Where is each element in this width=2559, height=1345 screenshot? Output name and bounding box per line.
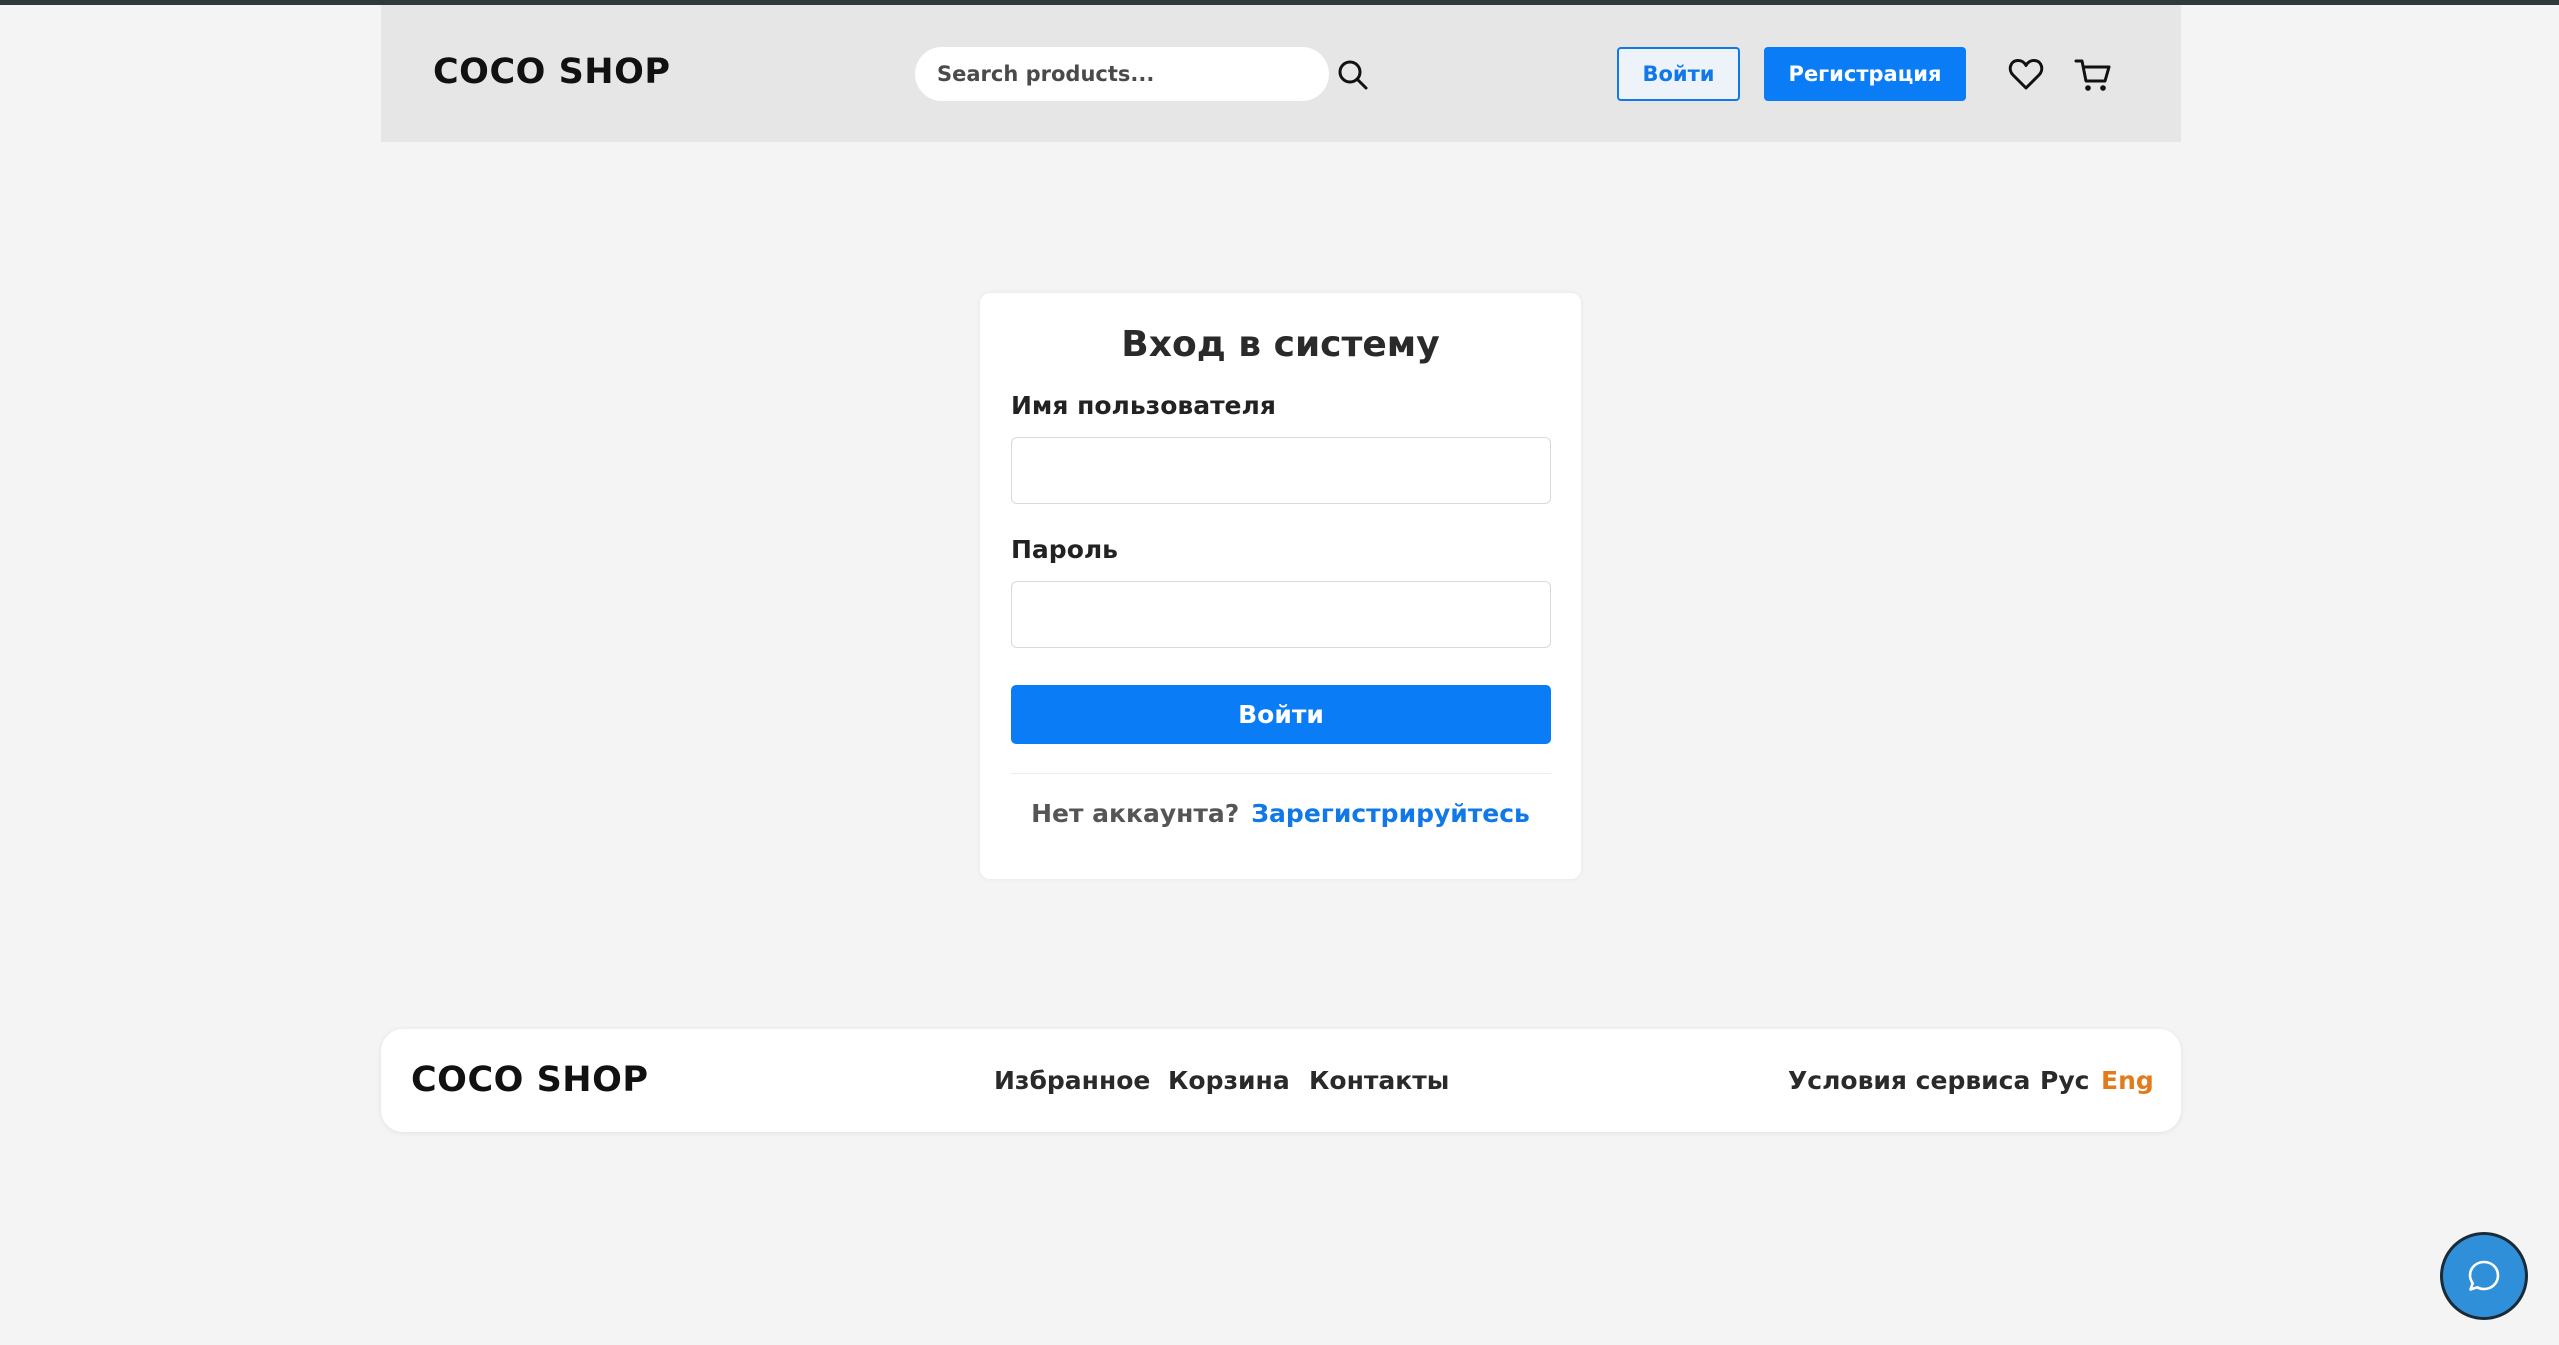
login-card: Вход в систему Имя пользователя Пароль В…	[980, 293, 1581, 879]
chat-bubble-icon	[2468, 1260, 2500, 1291]
site-logo[interactable]: COCO SHOP	[433, 52, 670, 92]
register-link[interactable]: Зарегистрируйтесь	[1251, 799, 1530, 828]
footer-link-contacts[interactable]: Контакты	[1309, 1065, 1449, 1097]
password-field[interactable]	[1011, 581, 1551, 648]
search-icon[interactable]	[1335, 57, 1371, 93]
site-header: COCO SHOP Войти Регистрация	[381, 5, 2181, 142]
chat-button[interactable]	[2440, 1232, 2528, 1320]
footer-link-favorites[interactable]: Избранное	[994, 1065, 1150, 1097]
username-label: Имя пользователя	[1011, 391, 1276, 420]
search-box	[915, 47, 1329, 101]
divider	[1011, 773, 1551, 774]
signup-prompt: Нет аккаунта? Зарегистрируйтесь	[980, 798, 1581, 830]
footer-link-cart[interactable]: Корзина	[1168, 1065, 1290, 1097]
footer-logo[interactable]: COCO SHOP	[411, 1060, 648, 1100]
heart-icon[interactable]	[2008, 57, 2044, 91]
login-title: Вход в систему	[1121, 324, 1440, 365]
no-account-text: Нет аккаунта?	[1031, 799, 1240, 828]
login-submit-button[interactable]: Войти	[1011, 685, 1551, 744]
cart-icon[interactable]	[2074, 57, 2112, 93]
lang-ru[interactable]: Рус	[2040, 1065, 2089, 1097]
footer-link-terms[interactable]: Условия сервиса	[1788, 1065, 2030, 1097]
search-input[interactable]	[915, 47, 1329, 101]
lang-en[interactable]: Eng	[2101, 1065, 2154, 1097]
password-label: Пароль	[1011, 535, 1118, 564]
username-field[interactable]	[1011, 437, 1551, 504]
login-button[interactable]: Войти	[1617, 47, 1740, 101]
register-button[interactable]: Регистрация	[1764, 47, 1966, 101]
site-footer: COCO SHOP Избранное Корзина Контакты Усл…	[381, 1029, 2181, 1132]
